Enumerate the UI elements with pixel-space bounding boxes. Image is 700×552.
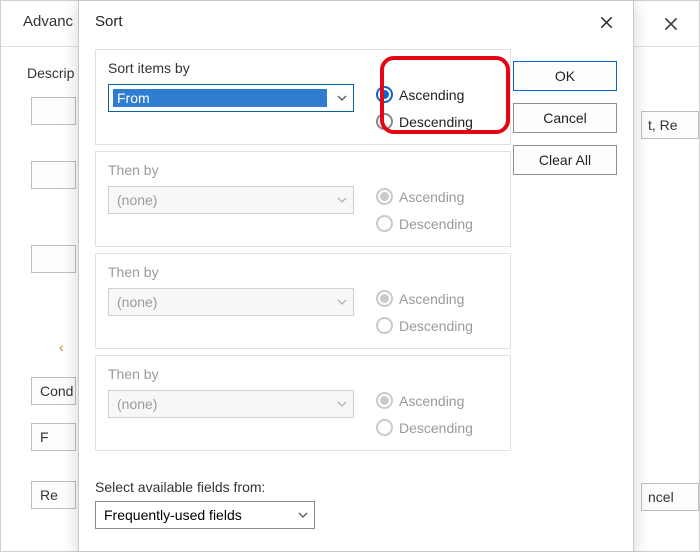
- then-by-label: Then by: [108, 162, 498, 178]
- ascending-radio-3: Ascending: [376, 290, 473, 307]
- background-description-label: Descrip: [27, 65, 74, 81]
- dialog-buttons: OK Cancel Clear All: [513, 61, 617, 175]
- sort-field-select-2[interactable]: (none): [108, 186, 354, 214]
- sort-field-value-2: (none): [117, 192, 157, 208]
- sort-items-by-label: Sort items by: [108, 60, 498, 76]
- sort-level-4: Then by (none) Ascending Descending: [95, 355, 511, 451]
- clear-all-button[interactable]: Clear All: [513, 145, 617, 175]
- sort-titlebar: Sort: [79, 1, 633, 45]
- background-f-button[interactable]: F: [31, 423, 76, 451]
- dialog-title: Sort: [95, 13, 123, 30]
- sort-field-value-1: From: [113, 89, 327, 107]
- sort-field-value-4: (none): [117, 396, 157, 412]
- background-button-fragment[interactable]: t, Re: [641, 111, 699, 139]
- available-fields-value: Frequently-used fields: [104, 507, 242, 523]
- then-by-label: Then by: [108, 264, 498, 280]
- sort-dialog: Sort Sort items by From Ascending: [78, 0, 634, 552]
- background-field-button[interactable]: [31, 245, 76, 273]
- ok-button[interactable]: OK: [513, 61, 617, 91]
- chevron-down-icon: [292, 502, 314, 528]
- sort-level-1: Sort items by From Ascending Descendin: [95, 49, 511, 145]
- descending-radio-2: Descending: [376, 215, 473, 232]
- descending-radio-1[interactable]: Descending: [376, 113, 473, 130]
- background-field-button[interactable]: [31, 97, 76, 125]
- chevron-down-icon: [331, 85, 353, 111]
- descending-radio-4: Descending: [376, 419, 473, 436]
- available-fields-area: Select available fields from: Frequently…: [95, 479, 355, 529]
- sort-level-3: Then by (none) Ascending Descending: [95, 253, 511, 349]
- background-field-button[interactable]: [31, 161, 76, 189]
- background-title: Advanc: [23, 13, 73, 30]
- ascending-radio-2: Ascending: [376, 188, 473, 205]
- background-orange-marker: ‹: [59, 339, 64, 355]
- ascending-radio-4: Ascending: [376, 392, 473, 409]
- descending-radio-3: Descending: [376, 317, 473, 334]
- chevron-down-icon: [331, 289, 353, 315]
- chevron-down-icon: [331, 187, 353, 213]
- available-fields-select[interactable]: Frequently-used fields: [95, 501, 315, 529]
- close-button[interactable]: [585, 5, 627, 39]
- then-by-label: Then by: [108, 366, 498, 382]
- background-cancel-fragment[interactable]: ncel: [641, 483, 699, 511]
- sort-field-value-3: (none): [117, 294, 157, 310]
- sort-field-select-3: (none): [108, 288, 354, 316]
- close-icon[interactable]: [651, 7, 691, 41]
- chevron-down-icon: [331, 391, 353, 417]
- background-re-button[interactable]: Re: [31, 481, 76, 509]
- sort-field-select-1[interactable]: From: [108, 84, 354, 112]
- ascending-radio-1[interactable]: Ascending: [376, 86, 473, 103]
- available-fields-label: Select available fields from:: [95, 479, 355, 495]
- sort-level-2: Then by (none) Ascending Descending: [95, 151, 511, 247]
- cancel-button[interactable]: Cancel: [513, 103, 617, 133]
- sort-field-select-4: (none): [108, 390, 354, 418]
- background-condition-button[interactable]: Cond: [31, 377, 76, 405]
